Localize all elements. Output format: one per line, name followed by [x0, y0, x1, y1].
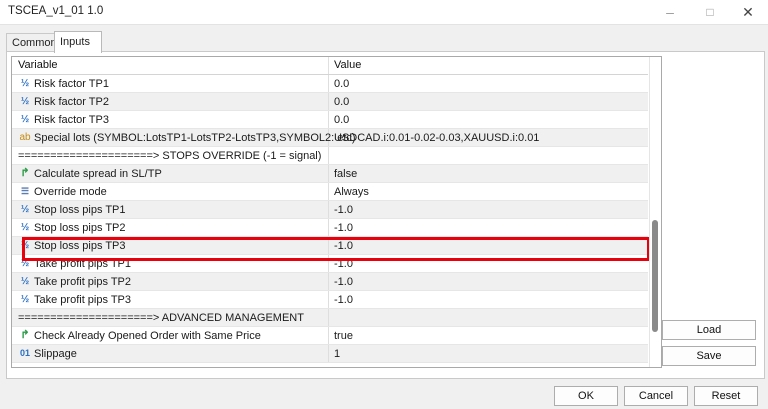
variable-cell: ½ Risk factor TP1 — [12, 75, 329, 92]
column-divider[interactable] — [328, 57, 329, 74]
cancel-button[interactable]: Cancel — [624, 386, 688, 406]
variable-label: Take profit pips TP1 — [34, 258, 132, 270]
save-button[interactable]: Save — [662, 346, 756, 366]
value-cell[interactable]: -1.0 — [334, 258, 353, 270]
column-header-variable[interactable]: Variable — [18, 59, 58, 71]
variable-label: Stop loss pips TP1 — [34, 204, 126, 216]
string-icon: ab — [19, 132, 31, 143]
window-title: TSCEA_v1_01 1.0 — [8, 5, 104, 17]
fraction-icon: ½ — [20, 294, 30, 305]
value-cell[interactable]: -1.0 — [334, 204, 353, 216]
variable-label: Check Already Opened Order with Same Pri… — [34, 330, 261, 342]
grid-header: Variable Value — [12, 57, 648, 75]
variable-cell: ½ Stop loss pips TP2 — [12, 219, 329, 236]
value-cell[interactable]: -1.0 — [334, 222, 353, 234]
variable-cell: ↱ Check Already Opened Order with Same Pr… — [12, 327, 329, 344]
title-bar: TSCEA_v1_01 1.0 – □ ✕ — [0, 0, 768, 25]
scrollbar-thumb[interactable] — [652, 220, 658, 332]
table-row[interactable]: ½ Risk factor TP1 0.0 — [12, 75, 648, 93]
variable-label: Take profit pips TP3 — [34, 294, 132, 306]
value-cell[interactable]: Always — [334, 186, 369, 198]
reset-button[interactable]: Reset — [694, 386, 758, 406]
value-cell[interactable]: -1.0 — [334, 276, 353, 288]
variable-cell: ½ Stop loss pips TP3 — [12, 237, 329, 254]
table-row[interactable]: =====================> ADVANCED MANAGEME… — [12, 309, 648, 327]
table-row[interactable]: ½ Risk factor TP2 0.0 — [12, 93, 648, 111]
fraction-icon: ½ — [20, 78, 30, 89]
variable-label: Special lots (SYMBOL:LotsTP1-LotsTP2-Lot… — [34, 132, 356, 144]
variable-label: Take profit pips TP2 — [34, 276, 132, 288]
variable-cell: =====================> ADVANCED MANAGEME… — [12, 309, 329, 326]
table-row[interactable]: ½ Stop loss pips TP3 -1.0 — [12, 237, 648, 255]
variable-label: Risk factor TP2 — [34, 96, 109, 108]
table-row[interactable]: ½ Stop loss pips TP1 -1.0 — [12, 201, 648, 219]
value-cell[interactable]: USDCAD.i:0.01-0.02-0.03,XAUUSD.i:0.01 — [334, 132, 539, 144]
inputs-panel: Variable Value ½ Risk factor TP1 0.0 ½ Risk … — [6, 51, 765, 379]
variable-label: Risk factor TP1 — [34, 78, 109, 90]
variable-label: Risk factor TP3 — [34, 114, 109, 126]
inputs-grid: Variable Value ½ Risk factor TP1 0.0 ½ Risk … — [11, 56, 662, 368]
fraction-icon: ½ — [20, 258, 30, 269]
enum-icon: ☰ — [20, 186, 30, 196]
bool-arrow-icon: ↱ — [20, 167, 30, 179]
vertical-scrollbar[interactable] — [649, 57, 661, 367]
integer-icon: 01 — [19, 348, 30, 358]
table-row[interactable]: ½ Risk factor TP3 0.0 — [12, 111, 648, 129]
table-row[interactable]: ½ Stop loss pips TP2 -1.0 — [12, 219, 648, 237]
variable-label: Override mode — [34, 186, 107, 198]
variable-label: Slippage — [34, 348, 77, 360]
table-row[interactable]: ab Special lots (SYMBOL:LotsTP1-LotsTP2-L… — [12, 129, 648, 147]
value-cell[interactable]: 0.0 — [334, 114, 349, 126]
variable-label: Stop loss pips TP3 — [34, 240, 126, 252]
maximize-icon[interactable]: □ — [690, 0, 730, 24]
table-row[interactable]: ☰ Override mode Always — [12, 183, 648, 201]
variable-cell: ½ Take profit pips TP2 — [12, 273, 329, 290]
close-icon[interactable]: ✕ — [728, 0, 768, 24]
table-row[interactable]: ½ Take profit pips TP1 -1.0 — [12, 255, 648, 273]
tab-inputs[interactable]: Inputs — [54, 31, 102, 53]
fraction-icon: ½ — [20, 240, 30, 251]
table-row[interactable]: ↱ Calculate spread in SL/TP false — [12, 165, 648, 183]
value-cell[interactable]: 0.0 — [334, 78, 349, 90]
bool-arrow-icon: ↱ — [20, 329, 30, 341]
fraction-icon: ½ — [20, 276, 30, 287]
table-row[interactable]: ↱ Check Already Opened Order with Same Pr… — [12, 327, 648, 345]
variable-cell: ½ Take profit pips TP1 — [12, 255, 329, 272]
section-separator-label: =====================> ADVANCED MANAGEME… — [18, 312, 304, 324]
fraction-icon: ½ — [20, 96, 30, 107]
variable-cell: ab Special lots (SYMBOL:LotsTP1-LotsTP2-L… — [12, 129, 356, 146]
column-header-value[interactable]: Value — [334, 59, 361, 71]
tab-common[interactable]: Common — [6, 33, 60, 52]
variable-cell: ½ Risk factor TP2 — [12, 93, 329, 110]
minimize-icon[interactable]: – — [650, 0, 690, 24]
variable-cell: ☰ Override mode — [12, 183, 329, 200]
section-separator-label: =====================> STOPS OVERRIDE (-… — [18, 150, 322, 162]
variable-cell: =====================> STOPS OVERRIDE (-… — [12, 147, 329, 164]
value-cell[interactable]: 0.0 — [334, 96, 349, 108]
value-cell[interactable]: true — [334, 330, 353, 342]
table-row[interactable]: ½ Take profit pips TP2 -1.0 — [12, 273, 648, 291]
fraction-icon: ½ — [20, 222, 30, 233]
value-cell[interactable]: -1.0 — [334, 294, 353, 306]
value-cell[interactable]: -1.0 — [334, 240, 353, 252]
load-button[interactable]: Load — [662, 320, 756, 340]
table-row[interactable]: ½ Take profit pips TP3 -1.0 — [12, 291, 648, 309]
variable-cell: 01 Slippage — [12, 345, 329, 362]
variable-label: Calculate spread in SL/TP — [34, 168, 162, 180]
fraction-icon: ½ — [20, 114, 30, 125]
ok-button[interactable]: OK — [554, 386, 618, 406]
table-row[interactable]: 01 Slippage 1 — [12, 345, 648, 363]
table-row[interactable]: =====================> STOPS OVERRIDE (-… — [12, 147, 648, 165]
variable-label: Stop loss pips TP2 — [34, 222, 126, 234]
value-cell[interactable]: false — [334, 168, 357, 180]
variable-cell: ↱ Calculate spread in SL/TP — [12, 165, 329, 182]
variable-cell: ½ Stop loss pips TP1 — [12, 201, 329, 218]
variable-cell: ½ Risk factor TP3 — [12, 111, 329, 128]
fraction-icon: ½ — [20, 204, 30, 215]
value-cell[interactable]: 1 — [334, 348, 340, 360]
variable-cell: ½ Take profit pips TP3 — [12, 291, 329, 308]
